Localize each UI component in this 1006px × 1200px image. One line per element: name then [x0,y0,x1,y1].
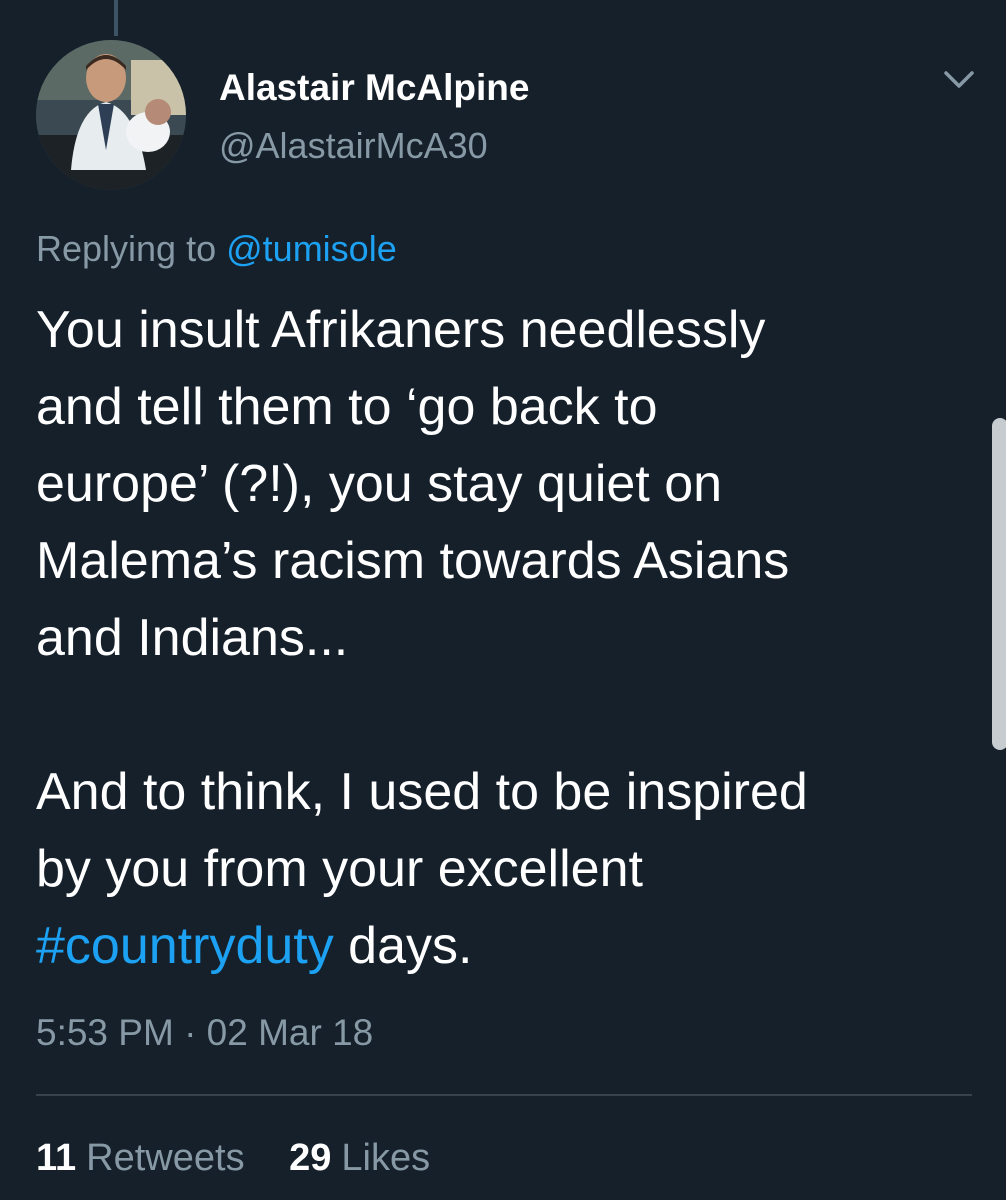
avatar[interactable] [36,40,186,190]
tweet-text-line: You insult Afrikaners needlessly [36,301,766,359]
tweet-text-last-line: #countryduty days. [36,908,976,985]
tweet-text-tail: days. [333,917,473,975]
replying-to: Replying to @tumisole [36,226,397,272]
scrollbar-thumb[interactable] [992,418,1006,750]
tweet-text-line: and tell them to ‘go back to [36,378,658,436]
thread-connector-line [114,0,118,36]
author-handle[interactable]: @AlastairMcA30 [219,124,488,168]
tweet-text-line: europe’ (?!), you stay quiet on [36,455,723,513]
avatar-photo [36,40,186,190]
tweet-text-line: Malema’s racism towards Asians [36,532,790,590]
tweet-timestamp: 5:53 PM · 02 Mar 18 [36,1012,374,1053]
paragraph-break [36,677,976,754]
reply-mention-link[interactable]: @tumisole [226,228,397,269]
replying-to-label: Replying to [36,228,217,269]
tweet-text: You insult Afrikaners needlessly and tel… [36,292,976,985]
tweet-menu-button[interactable] [940,64,978,94]
retweets-stat[interactable]: 11 Retweets [36,1134,245,1182]
likes-stat[interactable]: 29 Likes [289,1134,430,1182]
chevron-down-icon [944,71,974,88]
retweets-label: Retweets [86,1137,245,1179]
tweet-text-line: And to think, I used to be inspired [36,763,808,821]
tweet-text-line: and Indians... [36,609,349,667]
hashtag-link[interactable]: #countryduty [36,917,334,975]
tweet-stats: 11 Retweets 29 Likes [36,1134,430,1182]
likes-count: 29 [289,1137,332,1179]
likes-label: Likes [341,1137,431,1179]
author-display-name[interactable]: Alastair McAlpine [219,66,529,110]
tweet-text-line: by you from your excellent [36,840,643,898]
divider [36,1094,972,1096]
retweets-count: 11 [36,1137,77,1179]
